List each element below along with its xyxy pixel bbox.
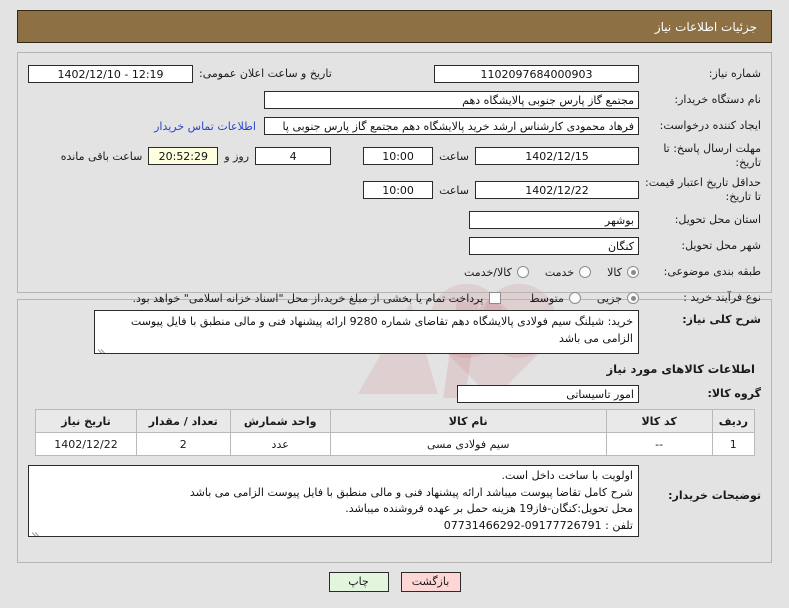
column-header-date: تاریخ نیاز: [34, 409, 138, 433]
category-option-goods-service-label: کالا/خدمت: [464, 265, 512, 279]
delivery-city-label: شهر محل تحویل:: [681, 239, 761, 253]
radio-service-icon[interactable]: [579, 266, 592, 278]
row-goods-group: گروه کالا: امور تاسیساتی: [28, 383, 761, 405]
treasury-bond-label: پرداخت تمام یا بخشی از مبلغ خرید،از محل …: [132, 291, 484, 305]
radio-goods-icon[interactable]: [627, 266, 639, 278]
radio-goods-service-icon[interactable]: [516, 266, 529, 278]
row-need-number: شماره نیاز: 1102097684000903 تاریخ و ساع…: [28, 63, 761, 85]
buyer-notes-label: توضیحات خریدار:: [668, 489, 761, 502]
back-button[interactable]: بازگشت: [400, 572, 461, 592]
remaining-time-label: ساعت باقی مانده: [60, 149, 143, 163]
row-need-summary: شرح کلی نیاز: خرید: شیلنگ سیم فولادی پال…: [28, 310, 761, 354]
request-creator-label: ایجاد کننده درخواست:: [659, 119, 761, 133]
request-creator-value: فرهاد محمودی کارشناس ارشد خرید پالایشگاه…: [264, 117, 639, 135]
cell-unit: عدد: [229, 432, 331, 456]
treasury-bond-checkbox[interactable]: پرداخت تمام یا بخشی از مبلغ خرید،از محل …: [133, 292, 502, 305]
subject-category-label: طبقه بندی موضوعی:: [663, 265, 761, 279]
buyer-notes-line-2: شرح کامل تقاضا پیوست میباشد ارائه پیشنها…: [189, 485, 633, 499]
process-option-medium-label: متوسط: [529, 291, 564, 305]
category-option-goods-label: کالا: [607, 265, 622, 279]
notes-resize-grip-icon[interactable]: [31, 525, 41, 536]
cell-name: سیم فولادی مسی: [329, 432, 607, 456]
column-header-code: کد کالا: [605, 409, 713, 433]
need-info-panel: شماره نیاز: 1102097684000903 تاریخ و ساع…: [17, 52, 772, 305]
answer-deadline-hour-label: ساعت: [439, 149, 469, 163]
radio-medium-icon[interactable]: [568, 292, 581, 304]
page-root: جزئیات اطلاعات نیاز شماره نیاز: 11020976…: [0, 10, 789, 592]
row-buyer-notes: توضیحات خریدار: اولویت با ساخت داخل است.…: [28, 465, 761, 537]
answer-deadline-time: 10:00: [363, 147, 434, 165]
buyer-notes-line-3: محل تحویل:کنگان-فاز19 هزینه حمل بر عهده …: [345, 502, 633, 515]
column-header-unit: واحد شمارش: [229, 409, 331, 433]
price-validity-date: 1402/12/22: [475, 181, 639, 199]
process-option-medium[interactable]: متوسط: [529, 292, 581, 305]
price-validity-label: حداقل تاریخ اعتبار قیمت: تا تاریخ:: [645, 176, 761, 203]
announce-datetime-label: تاریخ و ساعت اعلان عمومی:: [199, 67, 332, 81]
remaining-time-value: 20:52:29: [148, 147, 219, 165]
buyer-organisation-value: مجتمع گاز پارس جنوبی پالایشگاه دهم: [264, 91, 639, 109]
category-option-service[interactable]: خدمت: [544, 265, 592, 279]
column-header-radif: ردیف: [711, 409, 756, 433]
cell-date: 1402/12/22: [34, 432, 138, 456]
price-validity-time: 10:00: [363, 181, 434, 199]
footer-actions: بازگشت چاپ: [0, 572, 789, 592]
cell-qty: 2: [136, 432, 231, 456]
delivery-province-label: استان محل تحویل:: [674, 213, 761, 227]
purchase-process-label: نوع فرآیند خرید :: [683, 291, 761, 305]
buyer-notes-textarea[interactable]: اولویت با ساخت داخل است. شرح کامل تقاضا …: [28, 465, 639, 537]
print-button[interactable]: چاپ: [328, 572, 389, 592]
row-subject-category: طبقه بندی موضوعی: کالا خدمت کالا/خدمت: [28, 261, 761, 283]
goods-group-label: گروه کالا:: [707, 387, 761, 401]
delivery-city-value: کنگان: [469, 237, 639, 255]
need-details-panel: شرح کلی نیاز: خرید: شیلنگ سیم فولادی پال…: [17, 299, 772, 563]
goods-table: ردیف کد کالا نام کالا واحد شمارش تعداد /…: [34, 409, 756, 456]
process-option-minor[interactable]: جزیی: [597, 292, 639, 305]
process-option-minor-label: جزیی: [596, 291, 622, 305]
need-summary-label: شرح کلی نیاز:: [682, 313, 761, 326]
checkbox-treasury-icon[interactable]: [489, 292, 502, 304]
remaining-days-label: روز و: [224, 149, 250, 163]
radio-minor-icon[interactable]: [627, 292, 639, 304]
delivery-province-value: بوشهر: [469, 211, 639, 229]
need-summary-textarea[interactable]: خرید: شیلنگ سیم فولادی پالایشگاه دهم تقا…: [94, 310, 639, 354]
cell-code: --: [605, 432, 713, 456]
category-option-service-label: خدمت: [544, 265, 575, 279]
category-option-goods-service[interactable]: کالا/خدمت: [464, 266, 529, 279]
row-delivery-province: استان محل تحویل: بوشهر: [28, 209, 761, 231]
buyer-notes-line-4: تلفن : 09177726791-07731466292: [443, 518, 633, 532]
answer-deadline-label: مهلت ارسال پاسخ: تا تاریخ:: [663, 142, 761, 169]
row-price-validity: حداقل تاریخ اعتبار قیمت: تا تاریخ: 1402/…: [28, 175, 761, 205]
announce-datetime-value: 12:19 - 1402/12/10: [28, 65, 193, 83]
resize-grip-icon[interactable]: [97, 342, 107, 353]
remaining-days-value: 4: [255, 147, 332, 165]
cell-radif: 1: [711, 432, 756, 456]
price-validity-hour-label: ساعت: [439, 183, 469, 197]
buyer-organisation-label: نام دستگاه خریدار:: [674, 93, 761, 107]
goods-table-header-row: ردیف کد کالا نام کالا واحد شمارش تعداد /…: [34, 409, 756, 433]
row-delivery-city: شهر محل تحویل: کنگان: [28, 235, 761, 257]
need-number-label: شماره نیاز:: [708, 67, 761, 81]
page-title: جزئیات اطلاعات نیاز: [654, 19, 757, 34]
buyer-notes-line-1: اولویت با ساخت داخل است.: [501, 469, 634, 482]
column-header-qty: تعداد / مقدار: [136, 409, 231, 433]
answer-deadline-date: 1402/12/15: [475, 147, 639, 165]
goods-group-value: امور تاسیساتی: [457, 385, 639, 403]
buyer-contact-link[interactable]: اطلاعات تماس خریدار: [154, 120, 264, 133]
column-header-name: نام کالا: [329, 409, 607, 433]
table-row: 1 -- سیم فولادی مسی عدد 2 1402/12/22: [34, 432, 756, 456]
need-summary-text: خرید: شیلنگ سیم فولادی پالایشگاه دهم تقا…: [130, 315, 633, 346]
need-number-value: 1102097684000903: [434, 65, 639, 83]
page-header-bar: جزئیات اطلاعات نیاز: [17, 10, 772, 43]
row-answer-deadline: مهلت ارسال پاسخ: تا تاریخ: 1402/12/15 سا…: [28, 141, 761, 171]
goods-section-title: اطلاعات کالاهای مورد نیاز: [606, 362, 755, 376]
category-option-goods[interactable]: کالا: [607, 266, 639, 279]
row-buyer-organisation: نام دستگاه خریدار: مجتمع گاز پارس جنوبی …: [28, 89, 761, 111]
row-request-creator: ایجاد کننده درخواست: فرهاد محمودی کارشنا…: [28, 115, 761, 137]
